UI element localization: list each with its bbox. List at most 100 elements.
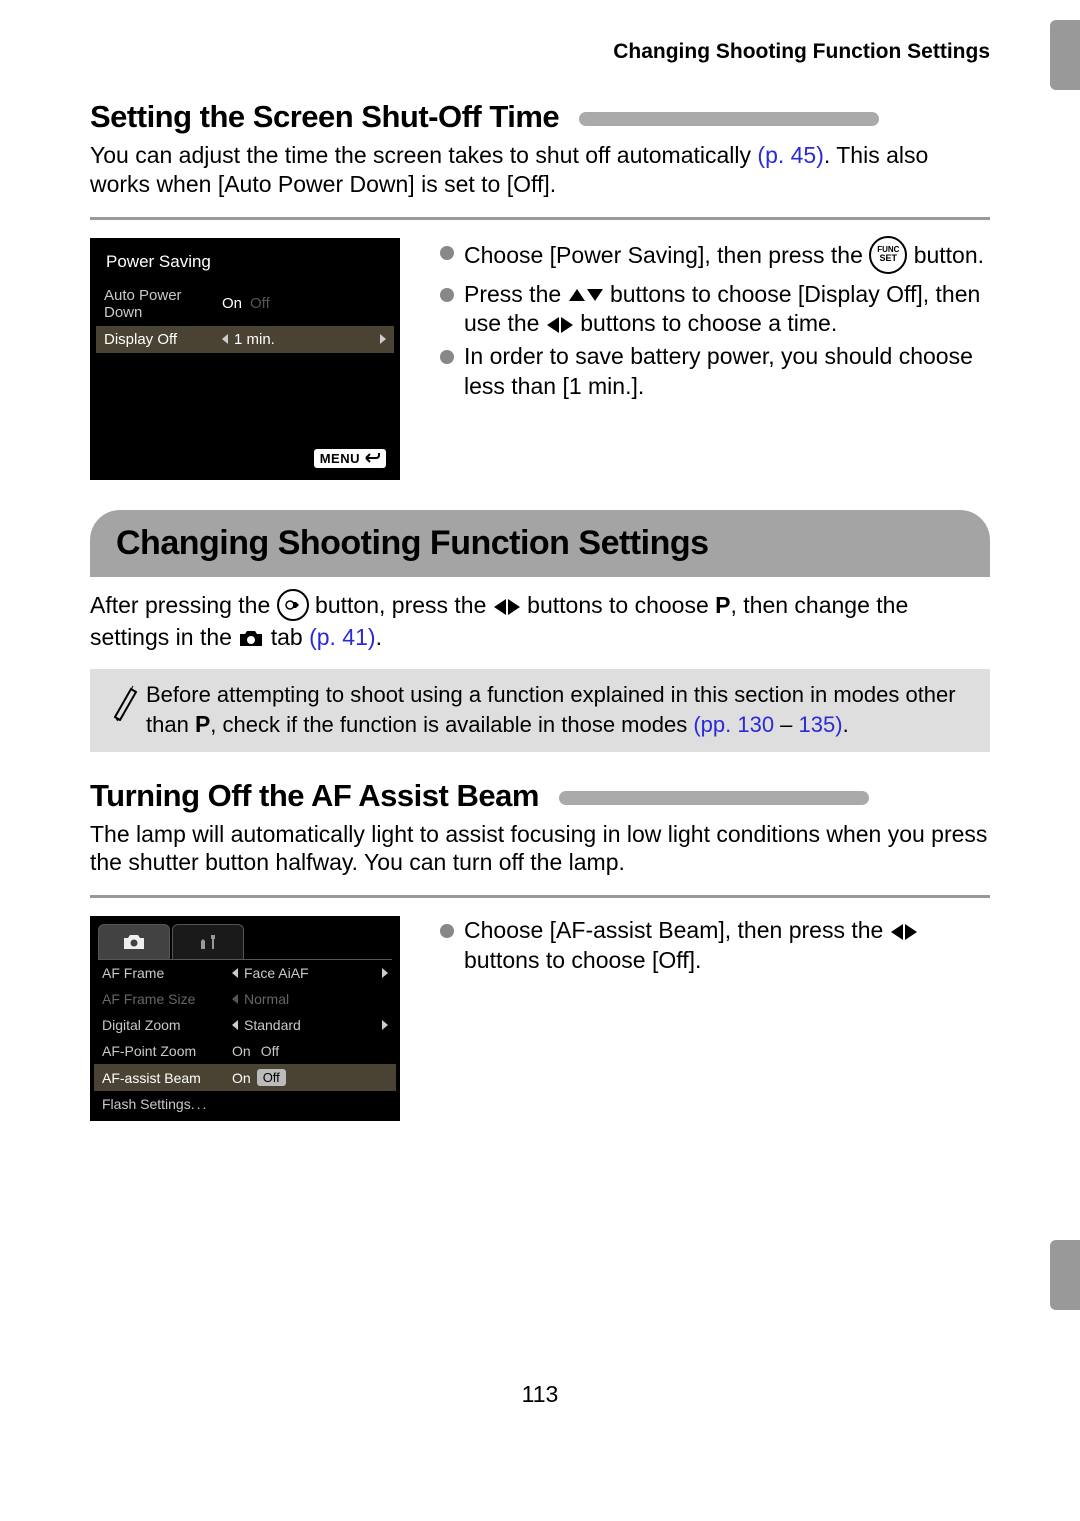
note-box: Before attempting to shoot using a funct… <box>90 669 990 751</box>
lcd-title: Power Saving <box>96 244 394 282</box>
lcd-label: AF Frame Size <box>102 991 232 1007</box>
text: You can adjust the time the screen takes… <box>90 142 757 168</box>
lcd-blank <box>96 353 394 443</box>
lcd-row-af-point-zoom: AF-Point Zoom On Off <box>94 1038 396 1064</box>
lcd-row-digital-zoom: Digital Zoom Standard <box>94 1012 396 1038</box>
bullet-text: Press the buttons to choose [Display Off… <box>464 280 990 339</box>
lcd-row-af-frame: AF Frame Face AiAF <box>94 960 396 986</box>
bullet-item: Press the buttons to choose [Display Off… <box>440 280 990 339</box>
page-reference-link[interactable]: (p. 41) <box>309 624 375 650</box>
triangle-right-icon <box>382 968 388 978</box>
lcd-row-af-frame-size: AF Frame Size Normal <box>94 986 396 1012</box>
text: , check if the function is available in … <box>210 712 693 737</box>
note-text: Before attempting to shoot using a funct… <box>146 681 974 739</box>
pencil-note-icon <box>102 681 146 739</box>
lcd-value: Face AiAF <box>244 965 309 981</box>
camera-tab-icon <box>238 624 270 650</box>
lcd-value-off: Off <box>261 1043 279 1059</box>
section2-para: After pressing the button, press the but… <box>90 591 990 652</box>
section1-para: You can adjust the time the screen takes… <box>90 141 990 199</box>
section1-instructions: Choose [Power Saving], then press the FU… <box>440 238 990 406</box>
bullet-item: Choose [Power Saving], then press the FU… <box>440 238 990 276</box>
menu-badge: MENU <box>314 449 386 468</box>
heading-rule <box>559 791 869 805</box>
arrow-down-icon <box>587 289 603 301</box>
heading-text: Setting the Screen Shut-Off Time <box>90 99 559 134</box>
heading-text: Turning Off the AF Assist Beam <box>90 778 539 813</box>
heading-af-assist: Turning Off the AF Assist Beam <box>90 778 990 814</box>
text: SET <box>880 254 898 263</box>
lcd-menu-bar: MENU <box>96 443 394 474</box>
page-reference-link[interactable]: (p. 45) <box>757 142 823 168</box>
arrow-right-icon <box>905 924 917 940</box>
lcd-shooting-menu: AF Frame Face AiAF AF Frame Size Normal … <box>90 916 400 1121</box>
bullet-text: Choose [Power Saving], then press the FU… <box>464 238 984 276</box>
text: . <box>843 712 849 737</box>
section3-instructions: Choose [AF-assist Beam], then press the … <box>440 916 990 979</box>
triangle-left-icon <box>222 334 228 344</box>
lcd-label: Flash Settings <box>102 1096 232 1112</box>
section-bar-heading: Changing Shooting Function Settings <box>90 510 990 577</box>
lcd-row-display-off: Display Off 1 min. <box>96 326 394 353</box>
bullet-icon <box>440 246 454 260</box>
thumb-tab-lower <box>1050 1240 1080 1310</box>
text: . <box>376 624 382 650</box>
text: – <box>774 712 798 737</box>
lcd-value: 1 min. <box>234 331 275 348</box>
lcd-row-flash-settings: Flash Settings <box>94 1091 396 1117</box>
bullet-item: In order to save battery power, you shou… <box>440 342 990 401</box>
text: buttons to choose a time. <box>580 310 837 336</box>
bullet-icon <box>440 350 454 364</box>
tools-tab <box>172 924 244 959</box>
lcd-tabs <box>98 924 392 960</box>
section1-body: Power Saving Auto Power Down On Off Disp… <box>90 238 990 480</box>
arrow-up-icon <box>569 289 585 301</box>
page-reference-link[interactable]: (pp. 130 <box>693 712 774 737</box>
bullet-text: Choose [AF-assist Beam], then press the … <box>464 916 990 975</box>
text: buttons to choose [Off]. <box>464 947 701 973</box>
lcd-label: Auto Power Down <box>104 287 222 321</box>
menu-label: MENU <box>320 451 360 466</box>
p-mode-icon: P <box>715 592 730 618</box>
thumb-tab <box>1050 20 1080 90</box>
arrow-left-icon <box>891 924 903 940</box>
bullet-icon <box>440 288 454 302</box>
camera-tab <box>98 924 170 959</box>
lcd-label: AF-Point Zoom <box>102 1043 232 1059</box>
triangle-left-icon <box>232 994 238 1004</box>
page-number: 113 <box>90 1381 990 1408</box>
text: button. <box>914 242 984 268</box>
p-mode-icon: P <box>195 711 210 737</box>
bullet-text: In order to save battery power, you shou… <box>464 342 990 401</box>
section3-para: The lamp will automatically light to ass… <box>90 820 990 878</box>
lcd-power-saving: Power Saving Auto Power Down On Off Disp… <box>90 238 400 480</box>
manual-page: Changing Shooting Function Settings Sett… <box>0 0 1080 1468</box>
lcd-value: Normal <box>244 991 289 1007</box>
heading-rule <box>579 112 879 126</box>
text: buttons to choose <box>527 592 715 618</box>
lcd-value: Standard <box>244 1017 301 1033</box>
lcd-label: AF Frame <box>102 965 232 981</box>
text: tab <box>271 624 309 650</box>
divider <box>90 895 990 898</box>
return-icon <box>364 452 380 464</box>
arrow-left-icon <box>547 317 559 333</box>
lcd-value-off: Off <box>250 295 270 312</box>
bullet-icon <box>440 924 454 938</box>
text: button, press the <box>315 592 493 618</box>
triangle-left-icon <box>232 1020 238 1030</box>
lcd-row-af-assist-beam: AF-assist Beam On Off <box>94 1064 396 1091</box>
triangle-right-icon <box>380 334 386 344</box>
bullet-item: Choose [AF-assist Beam], then press the … <box>440 916 990 975</box>
heading-screen-shutoff: Setting the Screen Shut-Off Time <box>90 99 990 135</box>
divider <box>90 217 990 220</box>
lcd-label: AF-assist Beam <box>102 1070 232 1086</box>
lcd-label: Digital Zoom <box>102 1017 232 1033</box>
arrow-right-icon <box>508 599 520 615</box>
page-reference-link[interactable]: 135) <box>799 712 843 737</box>
lcd-value-off-selected: Off <box>257 1069 286 1086</box>
section3-body: AF Frame Face AiAF AF Frame Size Normal … <box>90 916 990 1121</box>
lcd-value-on: On <box>222 295 242 312</box>
lcd-row-auto-power-down: Auto Power Down On Off <box>96 282 394 326</box>
text: Choose [Power Saving], then press the <box>464 242 869 268</box>
